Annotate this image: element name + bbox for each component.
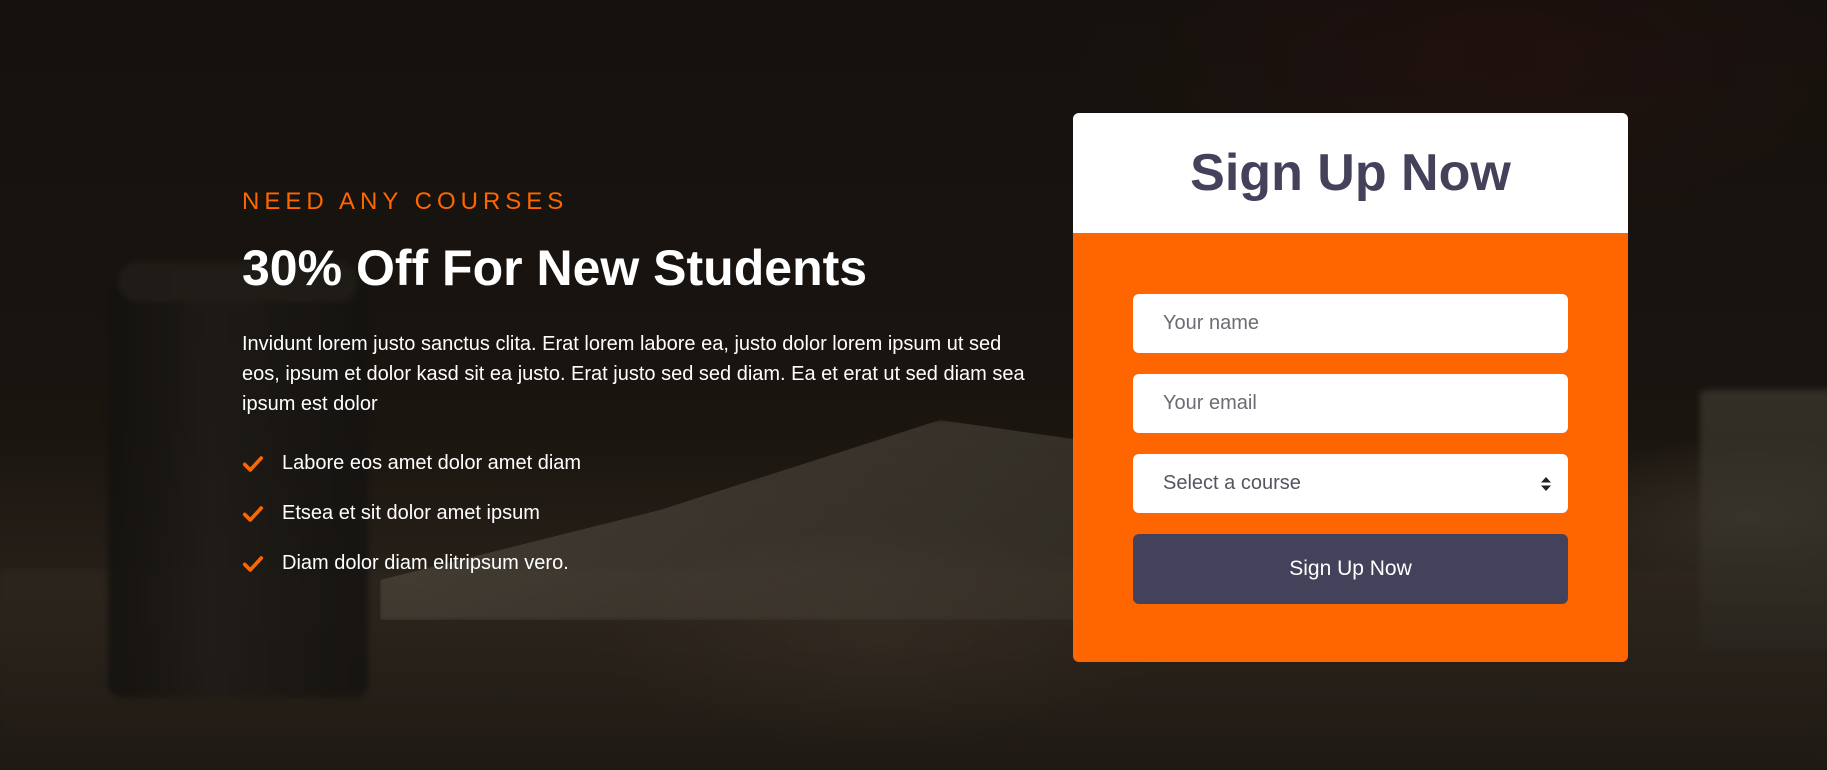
promo-description: Invidunt lorem justo sanctus clita. Erat… (242, 332, 1025, 415)
feature-list: Labore eos amet dolor amet diam Etsea et… (242, 439, 1042, 589)
name-input[interactable] (1133, 294, 1568, 353)
course-select-value: Select a course (1163, 472, 1301, 494)
eyebrow-text: NEED ANY COURSES (242, 188, 569, 215)
feature-item: Labore eos amet dolor amet diam (242, 439, 1042, 489)
feature-label: Labore eos amet dolor amet diam (282, 452, 582, 474)
feature-item: Etsea et sit dolor amet ipsum (242, 489, 1042, 539)
feature-label: Diam dolor diam elitripsum vero. (282, 552, 569, 574)
feature-item: Diam dolor diam elitripsum vero. (242, 539, 1042, 589)
signup-submit-button[interactable]: Sign Up Now (1133, 534, 1568, 604)
check-icon (242, 455, 264, 472)
check-icon (242, 555, 264, 572)
promo-intro: NEED ANY COURSES 30% Off For New Student… (242, 188, 1042, 589)
signup-title: Sign Up Now (1190, 144, 1511, 202)
feature-label: Etsea et sit dolor amet ipsum (282, 502, 540, 524)
signup-form: Select a course Sign Up Now (1073, 233, 1628, 604)
promo-headline: 30% Off For New Students (242, 240, 868, 296)
hero-section: NEED ANY COURSES 30% Off For New Student… (0, 0, 1827, 770)
check-icon (242, 505, 264, 522)
select-arrows-icon (1541, 476, 1551, 491)
signup-card: Sign Up Now Select a course Sign Up Now (1073, 113, 1628, 662)
email-input[interactable] (1133, 374, 1568, 433)
signup-card-header: Sign Up Now (1073, 113, 1628, 233)
course-select[interactable]: Select a course (1133, 454, 1568, 513)
